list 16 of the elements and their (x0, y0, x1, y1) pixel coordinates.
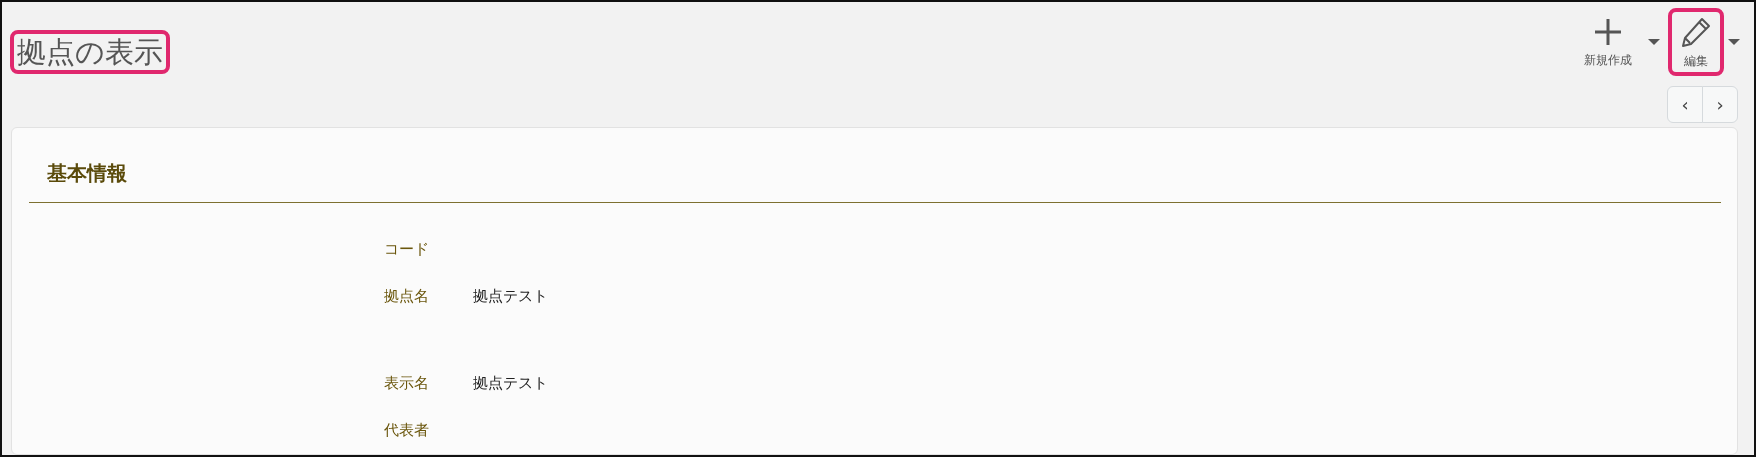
field-label: 表示名 (384, 372, 430, 394)
page-title: 拠点の表示 (10, 30, 170, 75)
field-label: 代表者 (384, 419, 430, 441)
field-value: 拠点テスト (473, 285, 548, 307)
field-label: コード (384, 238, 430, 260)
previous-button[interactable]: ‹ (1667, 86, 1703, 124)
new-button[interactable]: 新規作成 (1572, 9, 1644, 76)
field-value: 拠点テスト (473, 372, 548, 394)
caret-icon[interactable] (1648, 39, 1660, 46)
field-label: 拠点名 (384, 285, 430, 307)
pencil-icon (1680, 16, 1712, 48)
plus-icon (1593, 17, 1623, 47)
edit-button[interactable]: 編集 (1668, 8, 1724, 77)
section-heading: 基本情報 (29, 128, 1721, 204)
next-button[interactable]: › (1702, 86, 1738, 124)
caret-icon[interactable] (1728, 39, 1740, 46)
